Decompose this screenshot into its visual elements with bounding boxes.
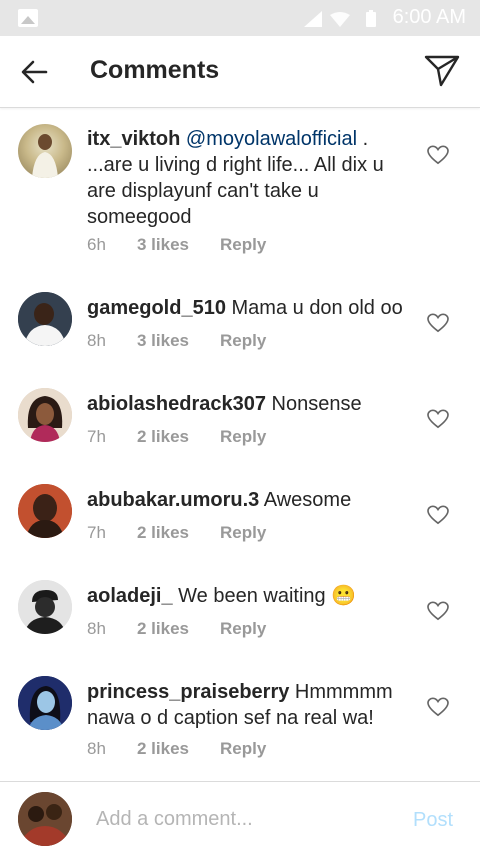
comment-likes[interactable]: 3 likes: [137, 331, 220, 351]
comment-likes[interactable]: 3 likes: [137, 235, 220, 255]
comment-text: Mama u don old oo: [225, 297, 403, 319]
comment-meta: 7h 2 likes Reply: [87, 523, 266, 543]
comment-item: princess_praiseberry Hmmmmm nawa o d cap…: [0, 660, 480, 781]
avatar[interactable]: [18, 124, 72, 178]
back-arrow-icon[interactable]: [20, 58, 48, 86]
comment-mention[interactable]: @moyolawalofficial: [186, 128, 357, 150]
comment-item: itx_viktoh @moyolawalofficial . ...are u…: [0, 108, 480, 276]
reply-button[interactable]: Reply: [220, 427, 266, 447]
send-direct-icon[interactable]: [424, 54, 460, 88]
comment-username[interactable]: princess_praiseberry: [87, 681, 289, 703]
reply-button[interactable]: Reply: [220, 523, 266, 543]
heart-like-icon[interactable]: [427, 313, 449, 333]
gallery-notification-icon: [18, 9, 38, 27]
comment-text: Nonsense: [266, 393, 362, 415]
page-title: Comments: [90, 56, 220, 84]
status-bar: 6:00 AM: [0, 0, 480, 36]
comment-composer: Post: [0, 781, 480, 854]
comment-likes[interactable]: 2 likes: [137, 523, 220, 543]
comment-text: We been waiting 😬: [172, 585, 357, 607]
current-user-avatar: [18, 792, 72, 846]
comment-likes[interactable]: 2 likes: [137, 739, 220, 759]
reply-button[interactable]: Reply: [220, 331, 266, 351]
avatar[interactable]: [18, 292, 72, 346]
comment-item: abubakar.umoru.3 Awesome 7h 2 likes Reply: [0, 468, 480, 564]
comments-header: Comments: [0, 36, 480, 108]
status-time: 6:00 AM: [392, 6, 466, 28]
post-button[interactable]: Post: [413, 809, 453, 832]
comment-username[interactable]: gamegold_510: [87, 297, 226, 319]
avatar[interactable]: [18, 580, 72, 634]
comment-likes[interactable]: 2 likes: [137, 619, 220, 639]
comment-time: 7h: [87, 427, 106, 446]
comment-meta: 8h 2 likes Reply: [87, 619, 266, 639]
avatar[interactable]: [18, 484, 72, 538]
comment-time: 7h: [87, 523, 106, 542]
comment-meta: 8h 3 likes Reply: [87, 331, 266, 351]
comment-username[interactable]: abiolashedrack307: [87, 393, 266, 415]
comment-meta: 6h 3 likes Reply: [87, 235, 266, 255]
avatar[interactable]: [18, 676, 72, 730]
heart-like-icon[interactable]: [427, 601, 449, 621]
comment-text: Awesome: [259, 489, 352, 511]
comment-time: 8h: [87, 739, 106, 758]
comment-username[interactable]: abubakar.umoru.3: [87, 489, 259, 511]
comment-item: abiolashedrack307 Nonsense 7h 2 likes Repl…: [0, 372, 480, 468]
heart-like-icon[interactable]: [427, 145, 449, 165]
comment-item: aoladeji_ We been waiting 😬 8h 2 likes Rep…: [0, 564, 480, 660]
comment-time: 6h: [87, 235, 106, 254]
heart-like-icon[interactable]: [427, 505, 449, 525]
comment-meta: 7h 2 likes Reply: [87, 427, 266, 447]
heart-like-icon[interactable]: [427, 409, 449, 429]
reply-button[interactable]: Reply: [220, 619, 266, 639]
comment-meta: 8h 2 likes Reply: [87, 739, 266, 759]
comment-likes[interactable]: 2 likes: [137, 427, 220, 447]
reply-button[interactable]: Reply: [220, 235, 266, 255]
comment-item: gamegold_510 Mama u don old oo 8h 3 likes…: [0, 276, 480, 372]
comment-username[interactable]: itx_viktoh: [87, 128, 180, 150]
comment-time: 8h: [87, 331, 106, 350]
comment-input[interactable]: [96, 804, 386, 834]
heart-like-icon[interactable]: [427, 697, 449, 717]
comment-username[interactable]: aoladeji_: [87, 585, 173, 607]
reply-button[interactable]: Reply: [220, 739, 266, 759]
comment-time: 8h: [87, 619, 106, 638]
avatar[interactable]: [18, 388, 72, 442]
